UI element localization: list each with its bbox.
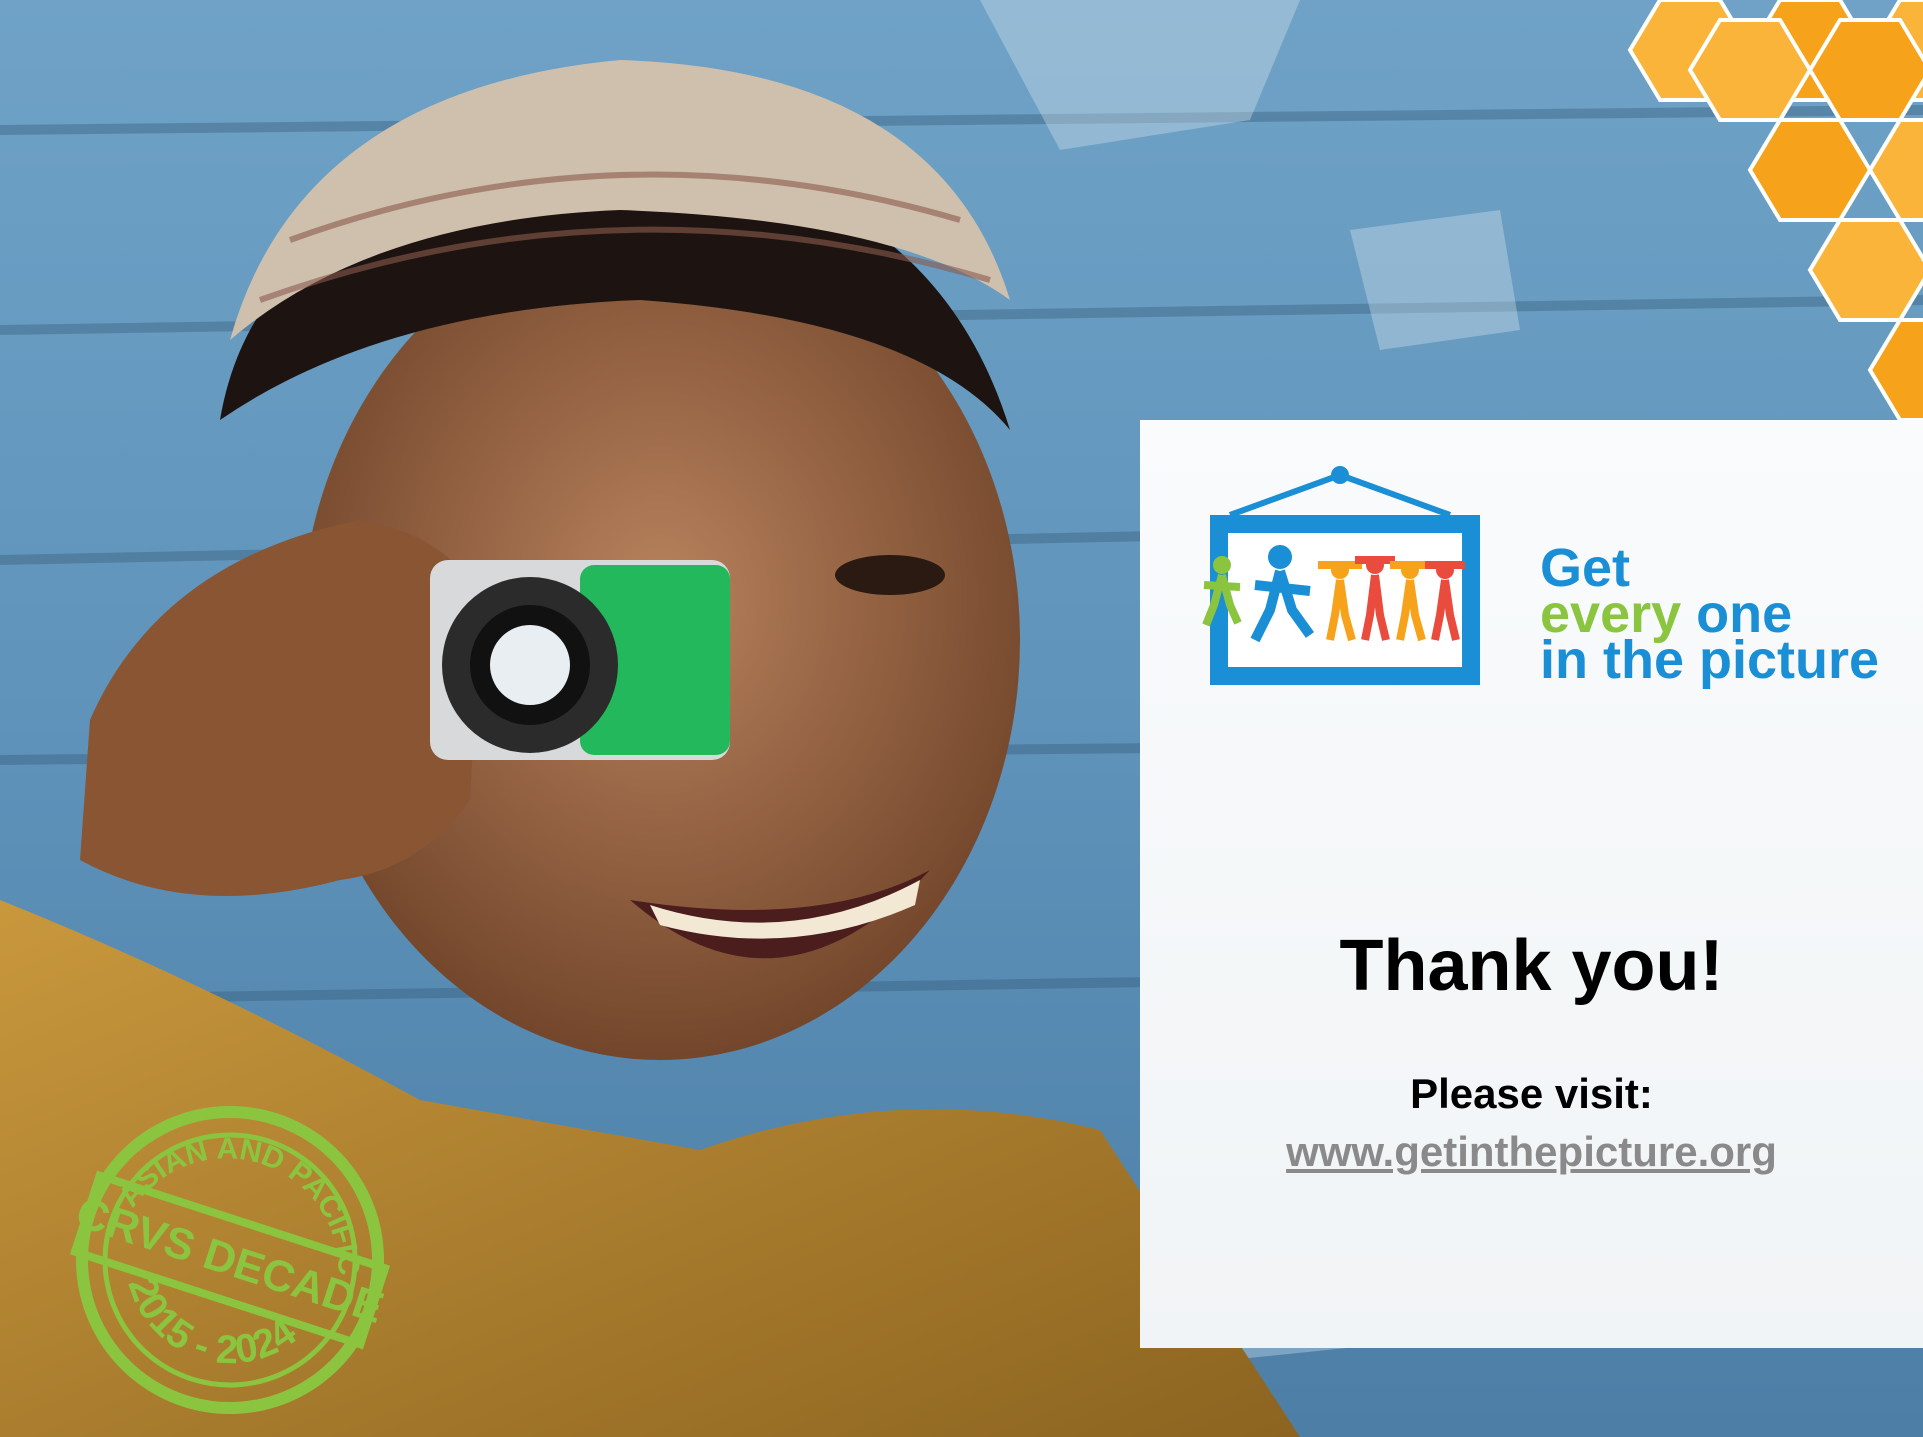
thank-you-heading: Thank you! [1339,926,1724,1006]
logo-line-3: in the picture [1540,630,1880,690]
website-link[interactable]: www.getinthepicture.org [1140,1128,1923,1176]
honeycomb-decoration [1627,0,1923,422]
get-in-the-picture-logo[interactable]: Get every one in the picture [1200,465,1900,715]
info-card: Get every one in the picture Thank you! … [1140,420,1923,1348]
picture-frame-icon [1202,466,1480,685]
please-visit-label: Please visit: [1410,1070,1653,1117]
logo-wordmark: Get every one in the picture [1540,541,1880,690]
crvs-decade-stamp: ASIAN AND PACIFIC CRVS DECADE 2015 - 202… [69,1100,396,1414]
